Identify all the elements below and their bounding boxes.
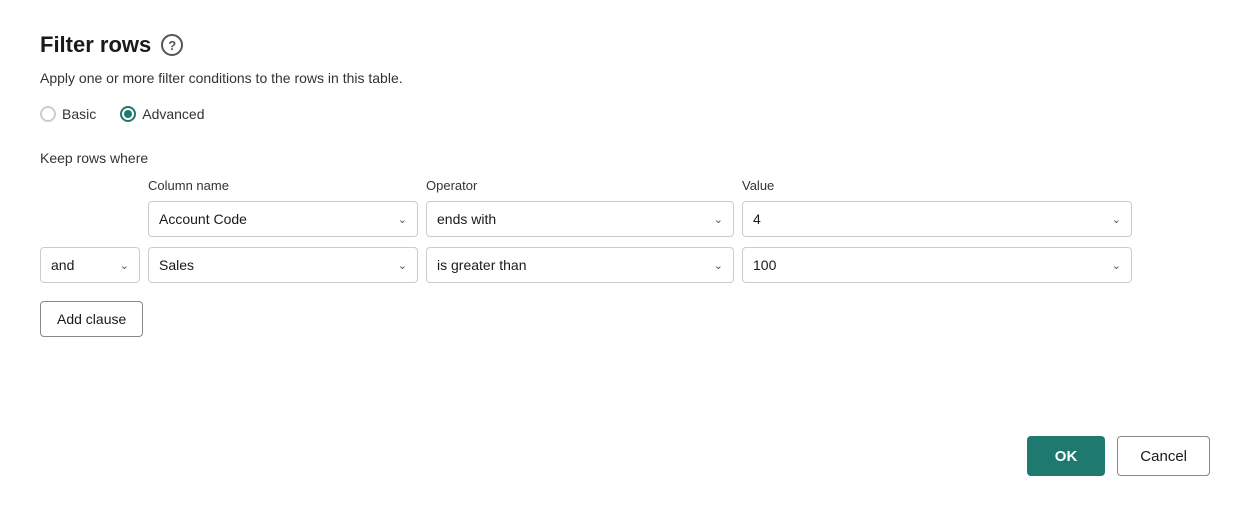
row1-value-value: 4 [753, 211, 1112, 227]
radio-group: Basic Advanced [40, 106, 1210, 122]
footer-buttons: OK Cancel [1027, 436, 1210, 476]
row2-operator-value: is greater than [437, 257, 714, 273]
add-clause-button[interactable]: Add clause [40, 301, 143, 337]
row1-operator-chevron: ⌄ [714, 213, 723, 226]
filter-header-row: Column name Operator Value [40, 178, 1210, 193]
dialog-subtitle: Apply one or more filter conditions to t… [40, 70, 1210, 86]
ok-button[interactable]: OK [1027, 436, 1106, 476]
radio-basic[interactable]: Basic [40, 106, 96, 122]
row1-operator-dropdown[interactable]: ends with ⌄ [426, 201, 734, 237]
radio-advanced-circle [120, 106, 136, 122]
row2-operator-dropdown[interactable]: is greater than ⌄ [426, 247, 734, 283]
row2-column-chevron: ⌄ [398, 259, 407, 272]
radio-advanced[interactable]: Advanced [120, 106, 204, 122]
row2-operator-chevron: ⌄ [714, 259, 723, 272]
row1-column-chevron: ⌄ [398, 213, 407, 226]
cancel-button[interactable]: Cancel [1117, 436, 1210, 476]
row1-value-dropdown[interactable]: 4 ⌄ [742, 201, 1132, 237]
row2-value-dropdown[interactable]: 100 ⌄ [742, 247, 1132, 283]
dialog-title: Filter rows [40, 32, 151, 58]
row2-connector-chevron: ⌄ [120, 259, 129, 272]
radio-basic-label: Basic [62, 106, 96, 122]
filter-row-2: and ⌄ Sales ⌄ is greater than ⌄ 100 ⌄ [40, 247, 1210, 283]
row2-connector-value: and [51, 257, 120, 273]
row2-column-value: Sales [159, 257, 398, 273]
radio-advanced-label: Advanced [142, 106, 204, 122]
row1-column-dropdown[interactable]: Account Code ⌄ [148, 201, 418, 237]
row1-operator-value: ends with [437, 211, 714, 227]
title-row: Filter rows ? [40, 32, 1210, 58]
operator-header: Operator [426, 178, 734, 193]
value-header: Value [742, 178, 1132, 193]
filter-row-1: Account Code ⌄ ends with ⌄ 4 ⌄ [40, 201, 1210, 237]
filter-rows-dialog: Filter rows ? Apply one or more filter c… [0, 0, 1250, 508]
row2-column-dropdown[interactable]: Sales ⌄ [148, 247, 418, 283]
row1-column-value: Account Code [159, 211, 398, 227]
row2-value-chevron: ⌄ [1112, 259, 1121, 272]
keep-rows-label: Keep rows where [40, 150, 1210, 166]
radio-basic-circle [40, 106, 56, 122]
row1-value-chevron: ⌄ [1112, 213, 1121, 226]
help-icon[interactable]: ? [161, 34, 183, 56]
row2-connector-dropdown[interactable]: and ⌄ [40, 247, 140, 283]
row2-value-value: 100 [753, 257, 1112, 273]
column-name-header: Column name [148, 178, 418, 193]
